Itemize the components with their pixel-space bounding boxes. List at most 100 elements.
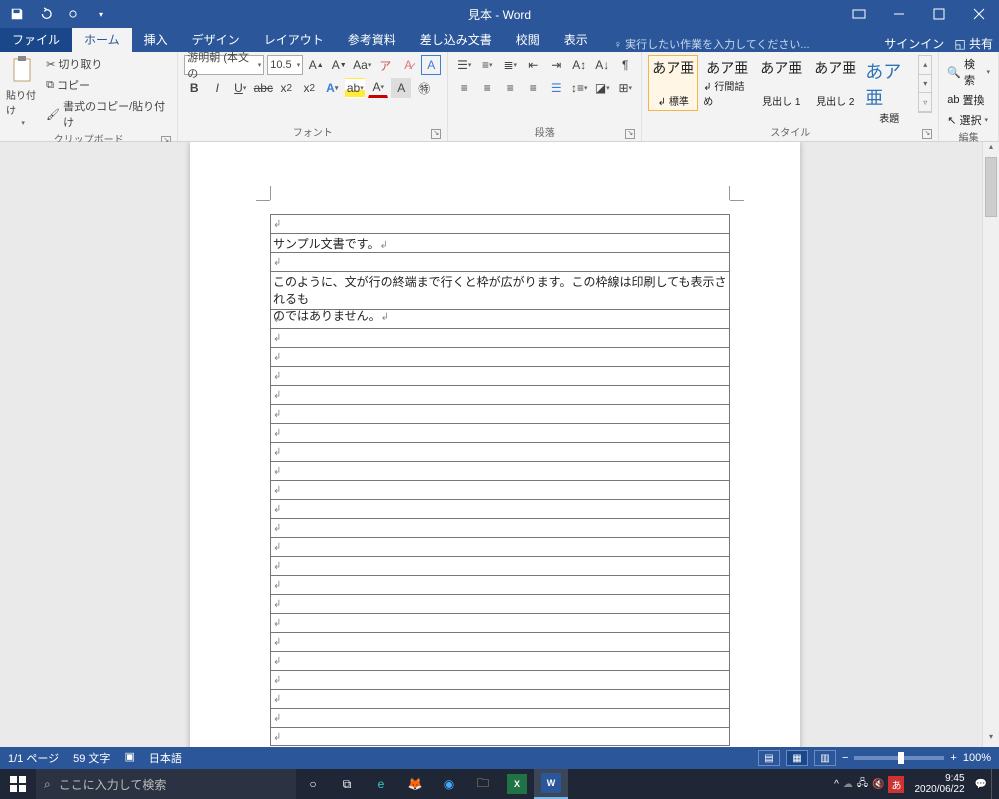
shrink-font-button[interactable]: A▼ xyxy=(329,55,349,75)
increase-indent-button[interactable]: ⇥ xyxy=(546,55,566,75)
language-indicator[interactable]: 日本語 xyxy=(149,750,182,766)
document-line[interactable]: ↲ xyxy=(270,537,730,556)
document-line[interactable]: ↲ xyxy=(270,385,730,404)
qat-customize-icon[interactable]: ▾ xyxy=(90,3,112,25)
scroll-up-icon[interactable]: ▴ xyxy=(983,142,999,157)
taskbar-search[interactable]: ⌕ここに入力して検索 xyxy=(36,769,296,799)
styles-expand[interactable]: ▿ xyxy=(919,93,931,112)
zoom-slider[interactable] xyxy=(854,756,944,760)
document-line[interactable]: ↲ xyxy=(270,518,730,537)
phonetic-guide-button[interactable]: ア xyxy=(375,55,395,75)
document-line[interactable]: ↲ xyxy=(270,423,730,442)
document-line[interactable]: ↲ xyxy=(270,480,730,499)
justify-button[interactable]: ≡ xyxy=(523,78,543,98)
edge-button[interactable]: e xyxy=(364,769,398,799)
document-line[interactable]: ↲ xyxy=(270,461,730,480)
ribbon-display-icon[interactable] xyxy=(839,0,879,28)
cortana-button[interactable]: ○ xyxy=(296,769,330,799)
tell-me-search[interactable]: ♀ 実行したい作業を入力してください... xyxy=(614,36,810,52)
ime-indicator[interactable]: あ xyxy=(888,776,904,793)
document-line[interactable]: ↲ xyxy=(270,328,730,347)
onedrive-icon[interactable]: ☁ xyxy=(843,779,853,790)
style-heading1[interactable]: あア亜見出し 1 xyxy=(756,55,806,111)
enclose-circle-button[interactable]: ㊕ xyxy=(414,78,434,98)
find-button[interactable]: 🔍検索▾ xyxy=(945,55,992,89)
tab-layout[interactable]: レイアウト xyxy=(252,28,336,52)
action-center-icon[interactable]: 💬 xyxy=(975,779,987,790)
save-icon[interactable] xyxy=(6,3,28,25)
tab-mailings[interactable]: 差し込み文書 xyxy=(408,28,504,52)
document-line[interactable]: ↲ xyxy=(270,442,730,461)
select-button[interactable]: ↖選択▾ xyxy=(945,111,992,129)
clear-formatting-button[interactable]: A̷ xyxy=(398,55,418,75)
subscript-button[interactable]: x2 xyxy=(276,78,296,98)
bold-button[interactable]: B xyxy=(184,78,204,98)
line-spacing-button[interactable]: ↕≡▾ xyxy=(569,78,589,98)
document-line[interactable]: ↲ xyxy=(270,632,730,651)
numbering-button[interactable]: ≡▾ xyxy=(477,55,497,75)
sort-button[interactable]: A↓ xyxy=(592,55,612,75)
underline-button[interactable]: U▾ xyxy=(230,78,250,98)
text-effects-button[interactable]: A▾ xyxy=(322,78,342,98)
document-line[interactable]: ↲ xyxy=(270,366,730,385)
chromium-button[interactable]: ◉ xyxy=(432,769,466,799)
document-line[interactable]: ↲ xyxy=(270,499,730,518)
font-launcher[interactable]: ↘ xyxy=(431,129,441,139)
document-line[interactable]: ↲ xyxy=(270,613,730,632)
read-mode-button[interactable]: ▤ xyxy=(758,750,780,766)
tab-home[interactable]: ホーム xyxy=(72,28,132,52)
cut-button[interactable]: ✂切り取り xyxy=(44,55,171,73)
word-button[interactable]: W xyxy=(534,769,568,799)
excel-button[interactable]: X xyxy=(500,769,534,799)
web-layout-button[interactable]: ▥ xyxy=(814,750,836,766)
align-left-button[interactable]: ≡ xyxy=(454,78,474,98)
zoom-out-button[interactable]: − xyxy=(842,752,848,764)
close-icon[interactable] xyxy=(959,0,999,28)
align-center-button[interactable]: ≡ xyxy=(477,78,497,98)
grow-font-button[interactable]: A▲ xyxy=(306,55,326,75)
firefox-button[interactable]: 🦊 xyxy=(398,769,432,799)
document-line[interactable]: このように、文が行の終端まで行くと枠が広がります。この枠線は印刷しても表示される… xyxy=(270,271,730,309)
document-line[interactable]: ↲ xyxy=(270,727,730,746)
document-line[interactable]: ↲ xyxy=(270,575,730,594)
multilevel-button[interactable]: ≣▾ xyxy=(500,55,520,75)
task-view-button[interactable]: ⧉ xyxy=(330,769,364,799)
page[interactable]: ↲サンプル文書です。↲↲このように、文が行の終端まで行くと枠が広がります。この枠… xyxy=(190,142,800,747)
distributed-button[interactable]: ☰ xyxy=(546,78,566,98)
clock[interactable]: 9:45 2020/06/22 xyxy=(908,773,970,795)
tab-insert[interactable]: 挿入 xyxy=(132,28,180,52)
tab-view[interactable]: 表示 xyxy=(552,28,600,52)
bullets-button[interactable]: ☰▾ xyxy=(454,55,474,75)
change-case-button[interactable]: Aa▾ xyxy=(352,55,372,75)
document-line[interactable]: ↲ xyxy=(270,594,730,613)
explorer-button[interactable]: 🗀 xyxy=(466,769,500,799)
styles-launcher[interactable]: ↘ xyxy=(922,129,932,139)
volume-icon[interactable]: 🔇 xyxy=(872,779,884,790)
superscript-button[interactable]: x2 xyxy=(299,78,319,98)
paragraph-launcher[interactable]: ↘ xyxy=(625,129,635,139)
zoom-in-button[interactable]: + xyxy=(950,752,956,764)
document-body[interactable]: ↲サンプル文書です。↲↲このように、文が行の終端まで行くと枠が広がります。この枠… xyxy=(270,214,730,746)
proofing-icon[interactable]: ▣ xyxy=(124,750,134,766)
tab-file[interactable]: ファイル xyxy=(0,28,72,52)
text-direction-button[interactable]: A↕ xyxy=(569,55,589,75)
vertical-scrollbar[interactable]: ▴ ▾ xyxy=(982,142,999,747)
char-shading-button[interactable]: A xyxy=(391,78,411,98)
style-title[interactable]: あア亜表題 xyxy=(864,55,914,111)
show-marks-button[interactable]: ¶ xyxy=(615,55,635,75)
document-line[interactable]: ↲ xyxy=(270,651,730,670)
style-no-spacing[interactable]: あア亜↲ 行間詰め xyxy=(702,55,752,111)
format-painter-button[interactable]: 🖌書式のコピー/貼り付け xyxy=(44,97,171,131)
decrease-indent-button[interactable]: ⇤ xyxy=(523,55,543,75)
scroll-down-icon[interactable]: ▾ xyxy=(983,732,999,747)
tab-references[interactable]: 参考資料 xyxy=(336,28,408,52)
print-layout-button[interactable]: ▦ xyxy=(786,750,808,766)
highlight-button[interactable]: ab▾ xyxy=(345,78,365,98)
signin-link[interactable]: サインイン xyxy=(884,35,944,52)
document-line[interactable]: ↲ xyxy=(270,309,730,328)
tray-expand-icon[interactable]: ^ xyxy=(834,779,839,790)
show-desktop[interactable] xyxy=(991,769,997,799)
shading-button[interactable]: ◪▾ xyxy=(592,78,612,98)
document-line[interactable]: ↲ xyxy=(270,708,730,727)
style-heading2[interactable]: あア亜見出し 2 xyxy=(810,55,860,111)
